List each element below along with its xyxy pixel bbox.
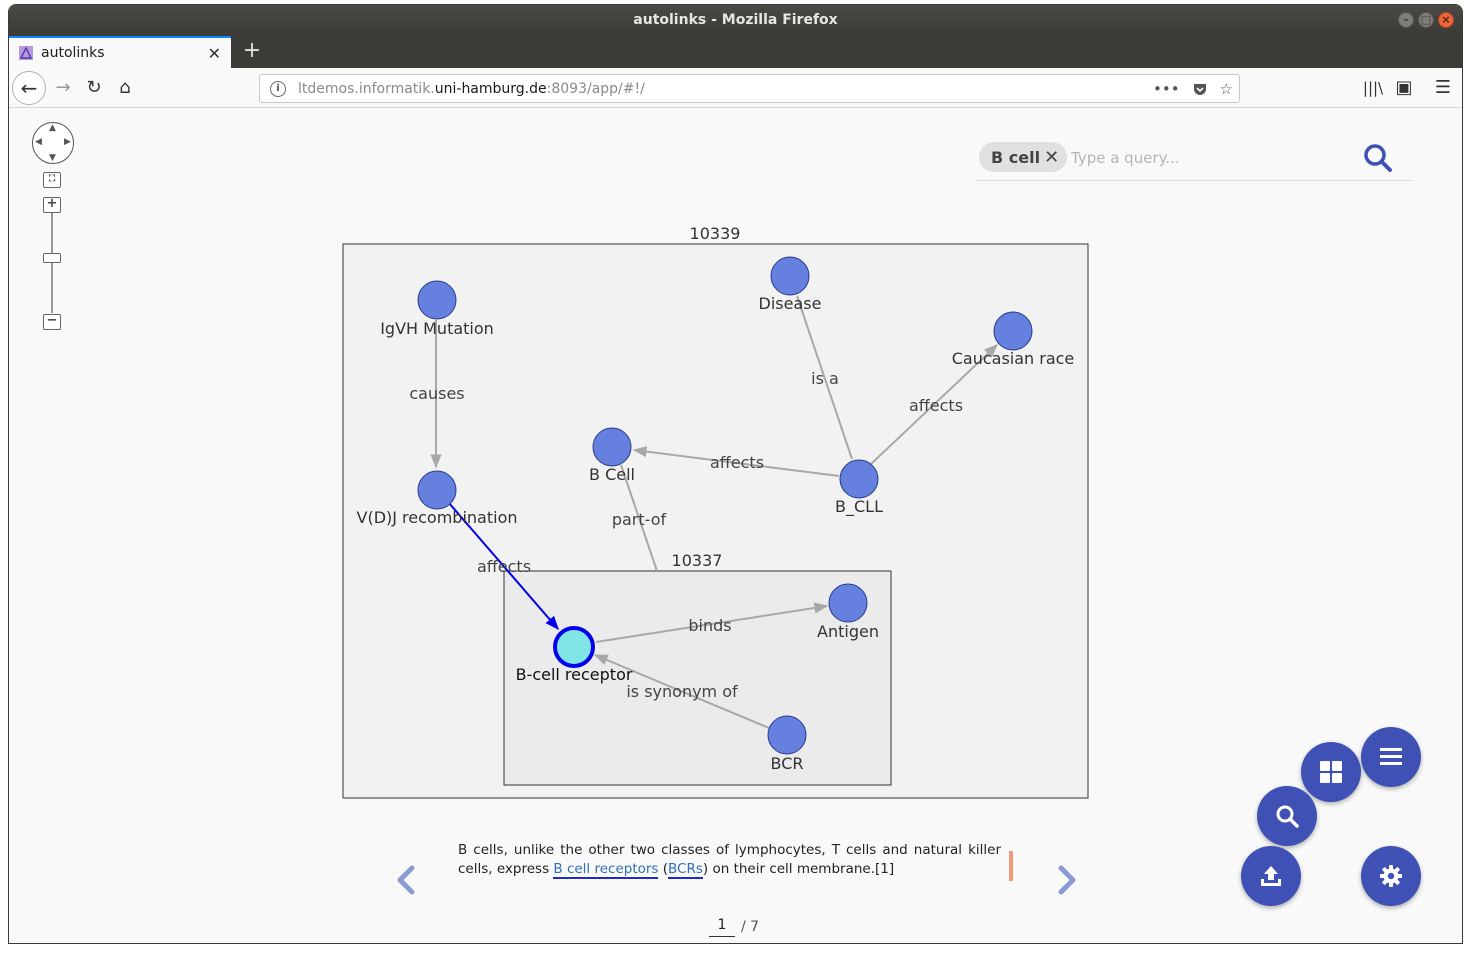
- prev-sentence-icon[interactable]: [394, 864, 418, 896]
- node-label: V(D)J recombination: [357, 508, 518, 527]
- navigation-toolbar: ← → ↻ ⌂ i ltdemos.informatik.uni-hamburg…: [9, 68, 1462, 108]
- edge-label-affects-receptor: affects: [477, 557, 531, 576]
- edge-label-is-a: is a: [811, 369, 839, 388]
- page-current-input[interactable]: 1: [709, 917, 735, 937]
- next-sentence-icon[interactable]: [1055, 864, 1079, 896]
- node-label: B_CLL: [835, 497, 883, 517]
- url-bar[interactable]: i ltdemos.informatik.uni-hamburg.de:8093…: [259, 74, 1240, 103]
- edge-label-affects-bcell: affects: [710, 453, 764, 472]
- search-fab[interactable]: [1257, 786, 1317, 846]
- bookmark-star-icon[interactable]: ☆: [1220, 80, 1233, 98]
- tab-bar: autolinks ✕ +: [9, 35, 1462, 68]
- url-text[interactable]: ltdemos.informatik.uni-hamburg.de:8093/a…: [298, 81, 645, 97]
- tab-autolinks[interactable]: autolinks ✕: [9, 36, 231, 68]
- group-label-inner: 10337: [672, 551, 723, 570]
- page-total: / 7: [741, 919, 760, 935]
- reload-button[interactable]: ↻: [82, 76, 106, 100]
- window-titlebar: autolinks - Mozilla Firefox – □ ×: [9, 5, 1462, 35]
- edge-label-part-of: part-of: [612, 510, 667, 529]
- tab-close-icon[interactable]: ✕: [208, 44, 221, 63]
- grid-icon: [1320, 761, 1342, 783]
- page-actions-icon[interactable]: •••: [1153, 80, 1180, 98]
- node-label: BCR: [771, 754, 804, 773]
- library-icon[interactable]: |||\: [1361, 76, 1385, 100]
- node-bcr[interactable]: BCR: [767, 715, 807, 773]
- node-label: IgVH Mutation: [380, 319, 494, 338]
- edge-label-binds: binds: [688, 616, 731, 635]
- forward-button[interactable]: →: [51, 76, 75, 100]
- entity-bcrs[interactable]: BCRs: [668, 861, 703, 879]
- list-icon: [1380, 748, 1402, 765]
- menu-fab[interactable]: [1361, 727, 1421, 787]
- back-button[interactable]: ←: [12, 71, 46, 105]
- maximize-button[interactable]: □: [1418, 12, 1434, 28]
- entity-b-cell-receptors[interactable]: B cell receptors: [553, 861, 659, 879]
- minimize-button[interactable]: –: [1398, 12, 1414, 28]
- upload-icon: [1261, 866, 1281, 886]
- sentence-pager: 1 / 7: [709, 917, 759, 937]
- sentence-marker: [1009, 851, 1013, 881]
- close-window-button[interactable]: ×: [1438, 12, 1454, 28]
- graph-canvas[interactable]: 10339 10337 causes is a affects affects …: [9, 109, 1463, 944]
- layout-fab[interactable]: [1301, 742, 1361, 802]
- window-title: autolinks - Mozilla Firefox: [633, 12, 838, 28]
- sidebar-toggle-icon[interactable]: ▣: [1392, 76, 1416, 100]
- node-b-cell[interactable]: B Cell: [589, 427, 635, 484]
- upload-fab[interactable]: [1241, 846, 1301, 906]
- node-label: Antigen: [817, 622, 879, 641]
- sentence-text: B cells, unlike the other two classes of…: [458, 842, 1001, 879]
- node-label: Caucasian race: [952, 349, 1075, 368]
- site-info-icon[interactable]: i: [270, 80, 286, 97]
- browser-window: autolinks - Mozilla Firefox – □ × autoli…: [8, 4, 1463, 944]
- group-label-outer: 10339: [690, 224, 741, 243]
- settings-fab[interactable]: [1361, 846, 1421, 906]
- new-tab-button[interactable]: +: [239, 38, 265, 64]
- node-label: B-cell receptor: [516, 665, 633, 684]
- magnifier-icon: [1276, 805, 1299, 828]
- hamburger-menu-icon[interactable]: ☰: [1431, 76, 1455, 100]
- app-content: ▲ ▼ ◀ ▶ ⛶ + − B cell ✕ Type a query... 1…: [9, 109, 1463, 944]
- edge-label-causes: causes: [409, 384, 464, 403]
- tab-title: autolinks: [41, 45, 105, 61]
- node-label: B Cell: [589, 465, 635, 484]
- gear-icon: [1380, 865, 1402, 887]
- autolinks-favicon-icon: [19, 46, 33, 60]
- pocket-icon[interactable]: [1192, 81, 1208, 97]
- edge-label-is-synonym-of: is synonym of: [626, 682, 738, 701]
- edge-label-affects-caucasian: affects: [909, 396, 963, 415]
- home-button[interactable]: ⌂: [113, 76, 137, 100]
- node-label: Disease: [759, 294, 822, 313]
